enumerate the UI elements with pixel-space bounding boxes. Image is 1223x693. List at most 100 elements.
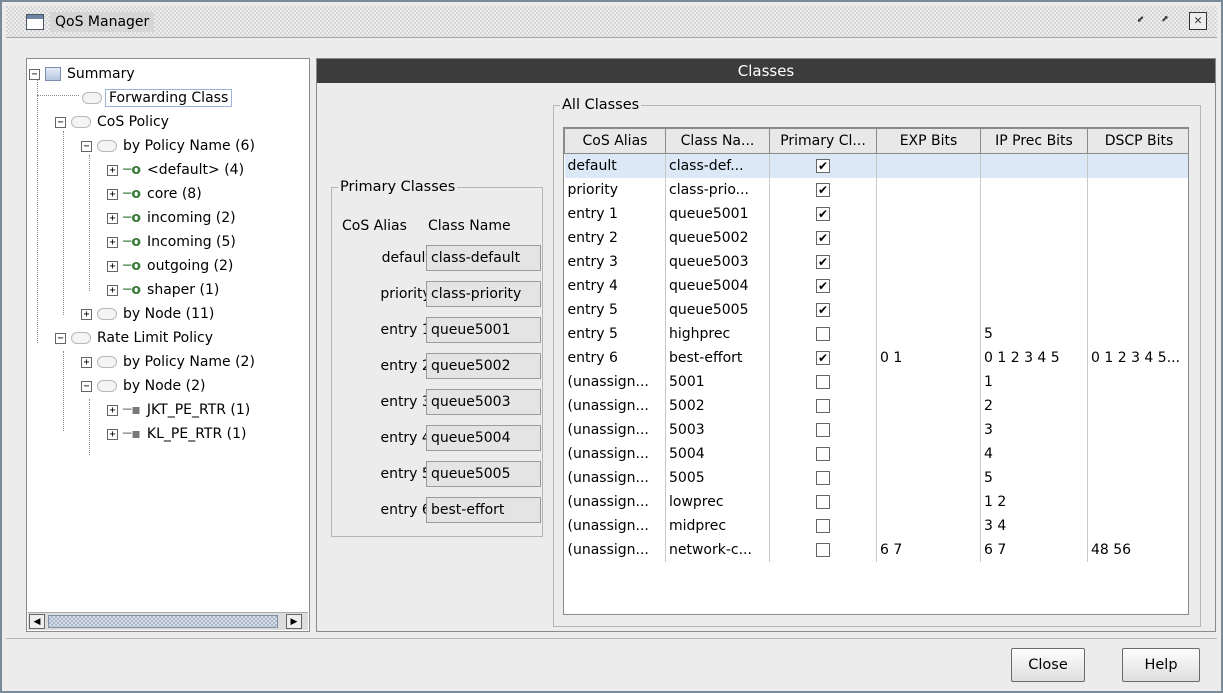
tree-item-policy-incoming-upper[interactable]: + ─o Incoming (5) [107, 231, 239, 253]
navigation-tree[interactable]: − Summary Forwarding Class − CoS Policy − b… [26, 58, 310, 632]
checked-checkbox[interactable]: ✔ [816, 182, 830, 197]
title-bar[interactable]: QoS Manager ⬋ ⬈ ✕ [6, 6, 1217, 38]
table-row[interactable]: (unassign... lowprec 1 2 [564, 489, 1188, 514]
collapse-toggle-icon[interactable]: − [81, 140, 92, 152]
tree-item-policy-default[interactable]: + ─o <default> (4) [107, 159, 247, 181]
collapse-toggle-icon[interactable]: − [81, 380, 92, 392]
unchecked-checkbox[interactable] [816, 422, 830, 437]
cell-ip-prec-bits [980, 177, 1088, 202]
table-row[interactable]: entry 1 queue5001 ✔ [564, 201, 1188, 226]
cell-cos-alias: (unassign... [564, 417, 666, 442]
close-button[interactable]: Close [1011, 648, 1085, 682]
tree-item-policy-outgoing[interactable]: + ─o outgoing (2) [107, 255, 236, 277]
checked-checkbox[interactable]: ✔ [816, 230, 830, 245]
tree-item-forwarding-class[interactable]: Forwarding Class [79, 87, 233, 109]
expand-toggle-icon[interactable]: + [107, 212, 118, 224]
table-row[interactable]: (unassign... 5003 3 [564, 417, 1188, 442]
col-header-dscp-bits[interactable]: DSCP Bits [1087, 128, 1188, 154]
cell-exp-bits [876, 441, 981, 466]
close-icon[interactable]: ✕ [1189, 12, 1207, 30]
scroll-left-icon[interactable]: ◀ [29, 614, 45, 629]
tree-item-cos-by-node[interactable]: + by Node (11) [81, 303, 217, 325]
unchecked-checkbox[interactable] [816, 470, 830, 485]
checked-checkbox[interactable]: ✔ [816, 158, 830, 173]
expand-toggle-icon[interactable]: + [107, 188, 118, 200]
expand-toggle-icon[interactable]: + [81, 356, 92, 368]
table-row[interactable]: (unassign... 5001 1 [564, 369, 1188, 394]
checked-checkbox[interactable]: ✔ [816, 302, 830, 317]
checked-checkbox[interactable]: ✔ [816, 278, 830, 293]
tree-item-node-jkt[interactable]: + ─▪ JKT_PE_RTR (1) [107, 399, 253, 421]
expand-toggle-icon[interactable]: + [107, 236, 118, 248]
cell-exp-bits [876, 249, 981, 274]
primary-class-row: priority : class-priority [332, 281, 544, 307]
tree-item-rl-by-policy-name[interactable]: + by Policy Name (2) [81, 351, 258, 373]
col-header-class-name: Class Name [428, 218, 511, 234]
table-row[interactable]: entry 3 queue5003 ✔ [564, 249, 1188, 274]
unchecked-checkbox[interactable] [816, 326, 830, 341]
table-row[interactable]: entry 6 best-effort ✔ 0 10 1 2 3 4 50 1 2 3… [564, 345, 1188, 370]
cell-cos-alias: (unassign... [564, 513, 666, 538]
table-row[interactable]: priority class-prio... ✔ [564, 177, 1188, 202]
cell-class-name: 5004 [665, 441, 770, 466]
col-header-primary-class[interactable]: Primary Cl... [769, 128, 877, 154]
unchecked-checkbox[interactable] [816, 494, 830, 509]
expand-toggle-icon[interactable]: + [107, 284, 118, 296]
restore-icon[interactable]: ⬋ [1132, 12, 1150, 30]
cloud-icon [97, 140, 117, 152]
tree-item-rate-limit-policy[interactable]: − Rate Limit Policy [55, 327, 216, 349]
all-classes-legend: All Classes [562, 97, 640, 113]
collapse-toggle-icon[interactable]: − [55, 332, 66, 344]
checked-checkbox[interactable]: ✔ [816, 254, 830, 269]
expand-toggle-icon[interactable]: + [107, 404, 118, 416]
col-header-class-name[interactable]: Class Na... [665, 128, 770, 154]
expand-toggle-icon[interactable]: + [107, 164, 118, 176]
table-row[interactable]: default class-def... ✔ [564, 153, 1188, 178]
table-row[interactable]: entry 2 queue5002 ✔ [564, 225, 1188, 250]
tree-item-cos-by-policy-name[interactable]: − by Policy Name (6) [81, 135, 258, 157]
tree-item-cos-policy[interactable]: − CoS Policy [55, 111, 172, 133]
cell-primary-class: ✔ [769, 177, 877, 202]
unchecked-checkbox[interactable] [816, 518, 830, 533]
tree-item-rl-by-node[interactable]: − by Node (2) [81, 375, 208, 397]
help-button[interactable]: Help [1122, 648, 1200, 682]
checked-checkbox[interactable]: ✔ [816, 350, 830, 365]
table-row[interactable]: (unassign... 5004 4 [564, 441, 1188, 466]
table-row[interactable]: (unassign... 5002 2 [564, 393, 1188, 418]
table-row[interactable]: (unassign... midprec 3 4 [564, 513, 1188, 538]
cell-class-name: best-effort [665, 345, 770, 370]
tree-item-summary[interactable]: − Summary [29, 63, 138, 85]
tree-item-policy-incoming[interactable]: + ─o incoming (2) [107, 207, 239, 229]
unchecked-checkbox[interactable] [816, 398, 830, 413]
collapse-toggle-icon[interactable]: − [29, 68, 40, 80]
expand-toggle-icon[interactable]: + [107, 428, 118, 440]
cell-cos-alias: (unassign... [564, 441, 666, 466]
tree-item-node-kl[interactable]: + ─▪ KL_PE_RTR (1) [107, 423, 249, 445]
table-row[interactable]: entry 5 queue5005 ✔ [564, 297, 1188, 322]
unchecked-checkbox[interactable] [816, 542, 830, 557]
all-classes-table[interactable]: CoS Alias Class Na... Primary Cl... EXP … [563, 127, 1189, 615]
table-row[interactable]: (unassign... network-c... 6 76 7 48 56 [564, 537, 1188, 562]
cell-dscp-bits [1087, 369, 1188, 394]
tree-item-policy-core[interactable]: + ─o core (8) [107, 183, 205, 205]
table-row[interactable]: entry 4 queue5004 ✔ [564, 273, 1188, 298]
scroll-right-icon[interactable]: ▶ [286, 614, 302, 629]
checked-checkbox[interactable]: ✔ [816, 206, 830, 221]
col-header-exp-bits[interactable]: EXP Bits [876, 128, 981, 154]
tree-horizontal-scrollbar[interactable]: ◀ ▶ [28, 612, 308, 630]
cell-primary-class: ✔ [769, 297, 877, 322]
scrollbar-thumb[interactable] [48, 615, 278, 628]
cell-ip-prec-bits: 1 2 [980, 489, 1088, 514]
table-row[interactable]: entry 5 highprec 5 [564, 321, 1188, 346]
col-header-cos-alias[interactable]: CoS Alias [564, 128, 666, 154]
tree-item-policy-shaper[interactable]: + ─o shaper (1) [107, 279, 222, 301]
col-header-ip-prec-bits[interactable]: IP Prec Bits [980, 128, 1088, 154]
unchecked-checkbox[interactable] [816, 374, 830, 389]
maximize-icon[interactable]: ⬈ [1156, 12, 1174, 30]
unchecked-checkbox[interactable] [816, 446, 830, 461]
expand-toggle-icon[interactable]: + [81, 308, 92, 320]
cell-primary-class: ✔ [769, 201, 877, 226]
table-row[interactable]: (unassign... 5005 5 [564, 465, 1188, 490]
collapse-toggle-icon[interactable]: − [55, 116, 66, 128]
expand-toggle-icon[interactable]: + [107, 260, 118, 272]
